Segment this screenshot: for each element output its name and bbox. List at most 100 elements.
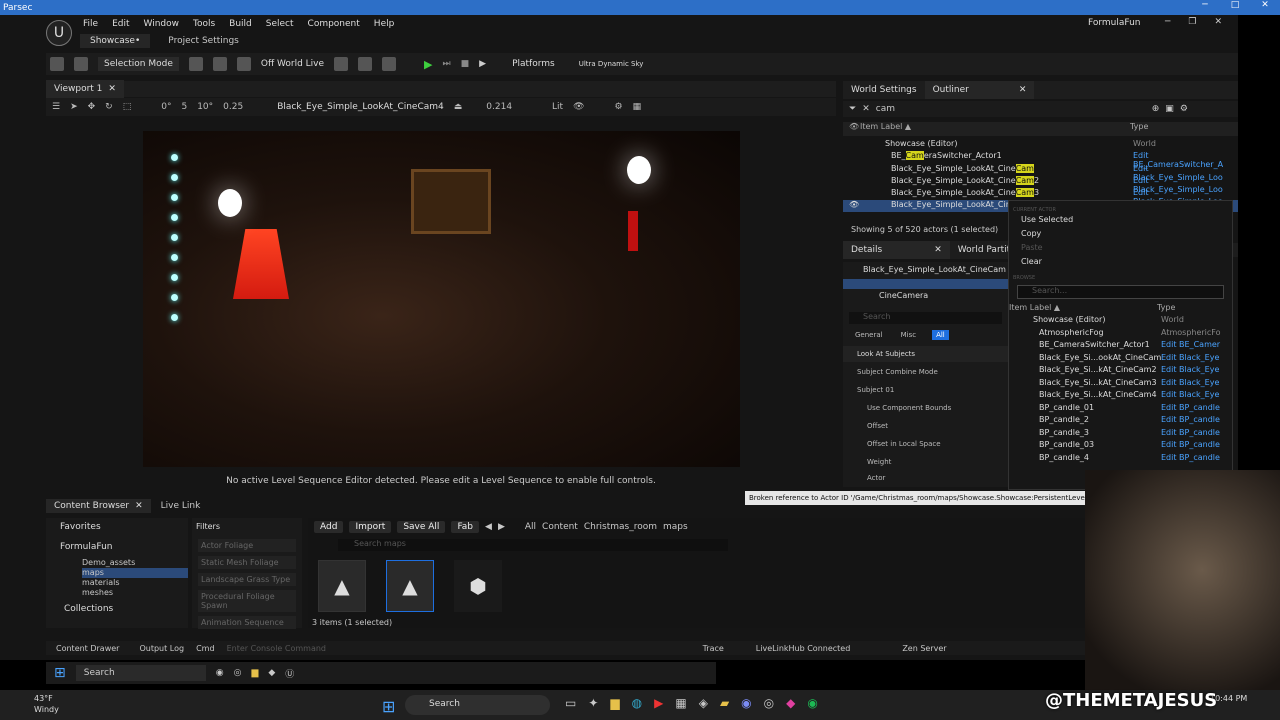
row-type-link[interactable]: Edit Black_Eye: [1161, 353, 1219, 362]
outliner-row[interactable]: Black_Eye_Simple_LookAt_CineCam Edit Bla…: [843, 164, 1238, 182]
picker-row[interactable]: BP_candle_4 Edit BP_candle: [1009, 453, 1232, 466]
outliner-row[interactable]: Black_Eye_Simple_LookAt_CineCam3 Edit Bl…: [843, 188, 1238, 206]
filter-icon[interactable]: ⏷: [849, 104, 856, 114]
path-content[interactable]: Content: [542, 522, 578, 532]
stop-button[interactable]: ■: [461, 59, 470, 69]
show-flags-icon[interactable]: 👁: [573, 102, 584, 112]
obs-icon[interactable]: ◎: [764, 696, 774, 710]
viewport-scene[interactable]: [143, 131, 740, 467]
prop-offset[interactable]: Offset: [843, 418, 1008, 434]
camera-speed-value[interactable]: 0.214: [486, 102, 512, 112]
row-type-link[interactable]: Edit BE_Camer: [1161, 340, 1220, 349]
filter-static-mesh-foliage[interactable]: Static Mesh Foliage: [198, 556, 296, 569]
folder-icon[interactable]: ▆: [251, 668, 258, 678]
row-type-link[interactable]: Edit BP_candle: [1161, 428, 1220, 437]
save-icon[interactable]: [50, 57, 64, 71]
app-icon[interactable]: ◆: [786, 696, 795, 710]
tab-viewport-1[interactable]: Viewport 1 ✕: [46, 80, 124, 98]
outliner-row[interactable]: Showcase (Editor) World: [843, 139, 1238, 151]
app-icon[interactable]: ◎: [234, 668, 242, 678]
filter-general[interactable]: General: [855, 331, 883, 339]
row-type-link[interactable]: Edit Black_Eye: [1161, 378, 1219, 387]
add-button[interactable]: Add: [314, 521, 344, 533]
folder-maps[interactable]: maps: [82, 568, 188, 578]
spotify-icon[interactable]: ◉: [807, 696, 817, 710]
row-type-link[interactable]: Edit BP_candle: [1161, 415, 1220, 424]
row-type-link[interactable]: Edit BP_candle: [1161, 403, 1220, 412]
store-icon[interactable]: ▦: [675, 696, 686, 710]
unreal-taskbar-icon[interactable]: Ⓤ: [285, 667, 294, 680]
path-christmas-room[interactable]: Christmas_room: [584, 522, 657, 532]
asset-thumbnail-map-selected[interactable]: ▲: [386, 560, 434, 612]
menu-component[interactable]: Component: [301, 19, 367, 29]
row-type-link[interactable]: Edit Black_Eye: [1161, 390, 1219, 399]
folder-materials[interactable]: materials: [82, 578, 188, 588]
prop-subject-01[interactable]: Subject 01: [843, 382, 1008, 398]
menu-file[interactable]: File: [76, 19, 105, 29]
menu-clear[interactable]: Clear: [1009, 255, 1232, 269]
tab-live-link[interactable]: Live Link: [161, 501, 201, 511]
import-button[interactable]: Import: [349, 521, 392, 533]
collections-header[interactable]: Collections: [46, 598, 188, 620]
maximize-button[interactable]: ❐: [1188, 17, 1196, 27]
menu-build[interactable]: Build: [222, 19, 259, 29]
youtube-icon[interactable]: ▶: [654, 696, 663, 710]
windows-start-icon[interactable]: ⊞: [54, 665, 66, 681]
rotate-tool-icon[interactable]: ↻: [105, 102, 113, 112]
task-view-icon[interactable]: ▭: [565, 696, 576, 710]
component-row-selected[interactable]: [843, 279, 1008, 289]
favorites-header[interactable]: Favorites: [46, 518, 188, 536]
path-maps[interactable]: maps: [663, 522, 688, 532]
weather-desc[interactable]: Windy: [34, 705, 59, 714]
picker-row[interactable]: BP_candle_03 Edit BP_candle: [1009, 440, 1232, 453]
path-all[interactable]: All: [525, 522, 536, 532]
discord-icon[interactable]: ◉: [741, 696, 751, 710]
eject-icon[interactable]: ⏏: [454, 102, 463, 112]
weather-temp[interactable]: 43°F: [34, 694, 53, 703]
add-actor-icon[interactable]: [188, 57, 203, 71]
output-log-button[interactable]: Output Log: [139, 644, 184, 653]
menu-tools[interactable]: Tools: [186, 19, 222, 29]
picker-row[interactable]: BE_CameraSwitcher_Actor1 Edit BE_Camer: [1009, 340, 1232, 353]
menu-use-selected[interactable]: Use Selected: [1009, 213, 1232, 227]
parsec-minimize-button[interactable]: ─: [1190, 0, 1220, 10]
camera-pilot-dropdown[interactable]: Black_Eye_Simple_LookAt_CineCam4: [277, 102, 444, 112]
close-icon[interactable]: ✕: [135, 501, 143, 511]
parsec-icon[interactable]: ▰: [720, 696, 729, 710]
cinematics-icon[interactable]: [236, 57, 251, 71]
visibility-icon[interactable]: 👁: [849, 200, 859, 209]
launch-button[interactable]: ▶: [479, 59, 486, 69]
close-icon[interactable]: ✕: [1019, 85, 1027, 95]
tab-content-browser[interactable]: Content Browser ✕: [46, 499, 151, 513]
filter-misc[interactable]: Misc: [901, 331, 916, 339]
parsec-close-button[interactable]: ✕: [1250, 0, 1280, 10]
menu-select[interactable]: Select: [259, 19, 301, 29]
tab-project-settings[interactable]: Project Settings: [158, 36, 239, 46]
host-search-box[interactable]: Search: [405, 695, 550, 715]
view-mode-dropdown[interactable]: Lit: [552, 102, 563, 112]
filter-procedural-foliage[interactable]: Procedural Foliage Spawn: [198, 590, 296, 612]
close-icon[interactable]: ✕: [934, 245, 942, 255]
picker-row[interactable]: BP_candle_01 Edit BP_candle: [1009, 403, 1232, 416]
tab-details[interactable]: Details ✕: [843, 241, 950, 259]
section-look-at-subjects[interactable]: Look At Subjects: [843, 346, 1008, 362]
app-icon[interactable]: ◆: [268, 668, 275, 678]
windows-start-icon[interactable]: ⊞: [382, 697, 395, 716]
column-type[interactable]: Type: [1157, 303, 1175, 312]
filter-animation-sequence[interactable]: Animation Sequence: [198, 616, 296, 629]
outliner-row[interactable]: BE_CameraSwitcher_Actor1 Edit BE_CameraS…: [843, 151, 1238, 169]
picker-row[interactable]: Black_Eye_Si...ookAt_CineCam Edit Black_E…: [1009, 353, 1232, 366]
zen-server-status[interactable]: Zen Server: [902, 644, 946, 653]
row-type-link[interactable]: Edit BP_candle: [1161, 440, 1220, 449]
component-cinecamera[interactable]: CineCamera: [843, 289, 1008, 302]
filter-actor-foliage[interactable]: Actor Foliage: [198, 539, 296, 552]
copilot-icon[interactable]: ✦: [588, 696, 598, 710]
add-icon[interactable]: ⊕: [1152, 104, 1160, 114]
parsec-maximize-button[interactable]: □: [1220, 0, 1250, 10]
scale-snap-value[interactable]: 0.25: [223, 102, 243, 112]
folder-meshes[interactable]: meshes: [82, 588, 188, 598]
tab-world-settings[interactable]: World Settings: [843, 81, 925, 99]
grid-snap-value[interactable]: 5: [181, 102, 187, 112]
livelink-status[interactable]: LiveLinkHub Connected: [756, 644, 851, 653]
app-icon[interactable]: ◈: [699, 696, 708, 710]
